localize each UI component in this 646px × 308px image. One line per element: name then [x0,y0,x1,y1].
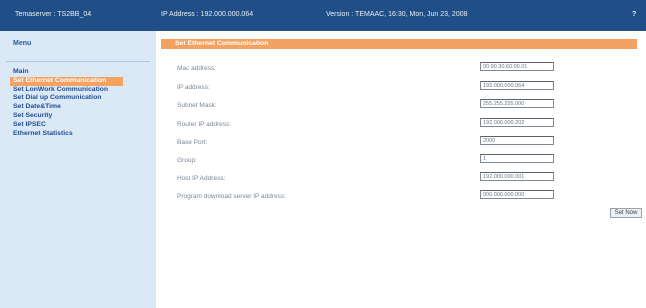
mac-address-label: Mac address: [177,65,217,72]
subnet-mask-label: Subnet Mask: [177,102,217,109]
sidebar-item-set-lonwork-communication[interactable]: Set LonWork Communication [0,86,156,95]
sidebar-menu: Menu Main Set Ethernet Communication Set… [0,31,156,308]
group-field[interactable] [480,154,554,163]
sidebar-item-set-date-time[interactable]: Set Date&Time [0,103,156,112]
group-label: Group: [177,157,197,164]
ip-address-display: IP Address : 192.000.000.064 [161,11,254,18]
form-row-subnet-mask: Subnet Mask: [156,99,646,113]
sidebar-item-set-ethernet-communication[interactable]: Set Ethernet Communication [10,76,123,86]
version-display: Version : TEMAAC, 16:30, Mon, Jun 23, 20… [326,11,468,18]
form-row-base-port: Base Port: [156,136,646,150]
menu-divider [6,61,150,62]
form-row-router-ip: Router IP address: [156,118,646,132]
menu-list: Main Set Ethernet Communication Set LonW… [0,68,156,138]
download-server-ip-field[interactable] [480,190,554,199]
host-ip-field[interactable] [480,172,554,181]
main-content: Set Ethernet Communication Mac address: … [156,31,646,308]
base-port-field[interactable] [480,136,554,145]
sidebar-item-set-ipsec[interactable]: Set IPSEC [0,121,156,130]
mac-address-field[interactable] [480,62,554,71]
router-ip-field[interactable] [480,118,554,127]
menu-title: Menu [13,40,32,47]
sidebar-item-set-dial-up-communication[interactable]: Set Dial up Communication [0,94,156,103]
form-row-host-ip: Host IP Address: [156,172,646,186]
ip-address-label: IP address: [177,84,210,91]
sidebar-item-set-security[interactable]: Set Security [0,112,156,121]
router-ip-label: Router IP address: [177,121,232,128]
section-title: Set Ethernet Communication [161,39,637,49]
download-server-ip-label: Program download server IP address: [177,193,286,200]
help-icon[interactable]: ? [632,11,636,18]
form-row-download-server-ip: Program download server IP address: [156,190,646,204]
base-port-label: Base Port: [177,139,208,146]
server-name: Temaserver : TS2BB_04 [15,11,92,18]
ip-address-field[interactable] [480,81,554,90]
top-header-bar: Temaserver : TS2BB_04 IP Address : 192.0… [0,0,646,31]
host-ip-label: Host IP Address: [177,175,226,182]
form-row-ip-address: IP address: [156,81,646,95]
subnet-mask-field[interactable] [480,99,554,108]
set-now-button[interactable]: Set Now [610,208,642,218]
form-row-mac-address: Mac address: [156,62,646,76]
form-row-group: Group: [156,154,646,168]
sidebar-item-main[interactable]: Main [0,68,156,77]
sidebar-item-ethernet-statistics[interactable]: Ethernet Statistics [0,130,156,139]
